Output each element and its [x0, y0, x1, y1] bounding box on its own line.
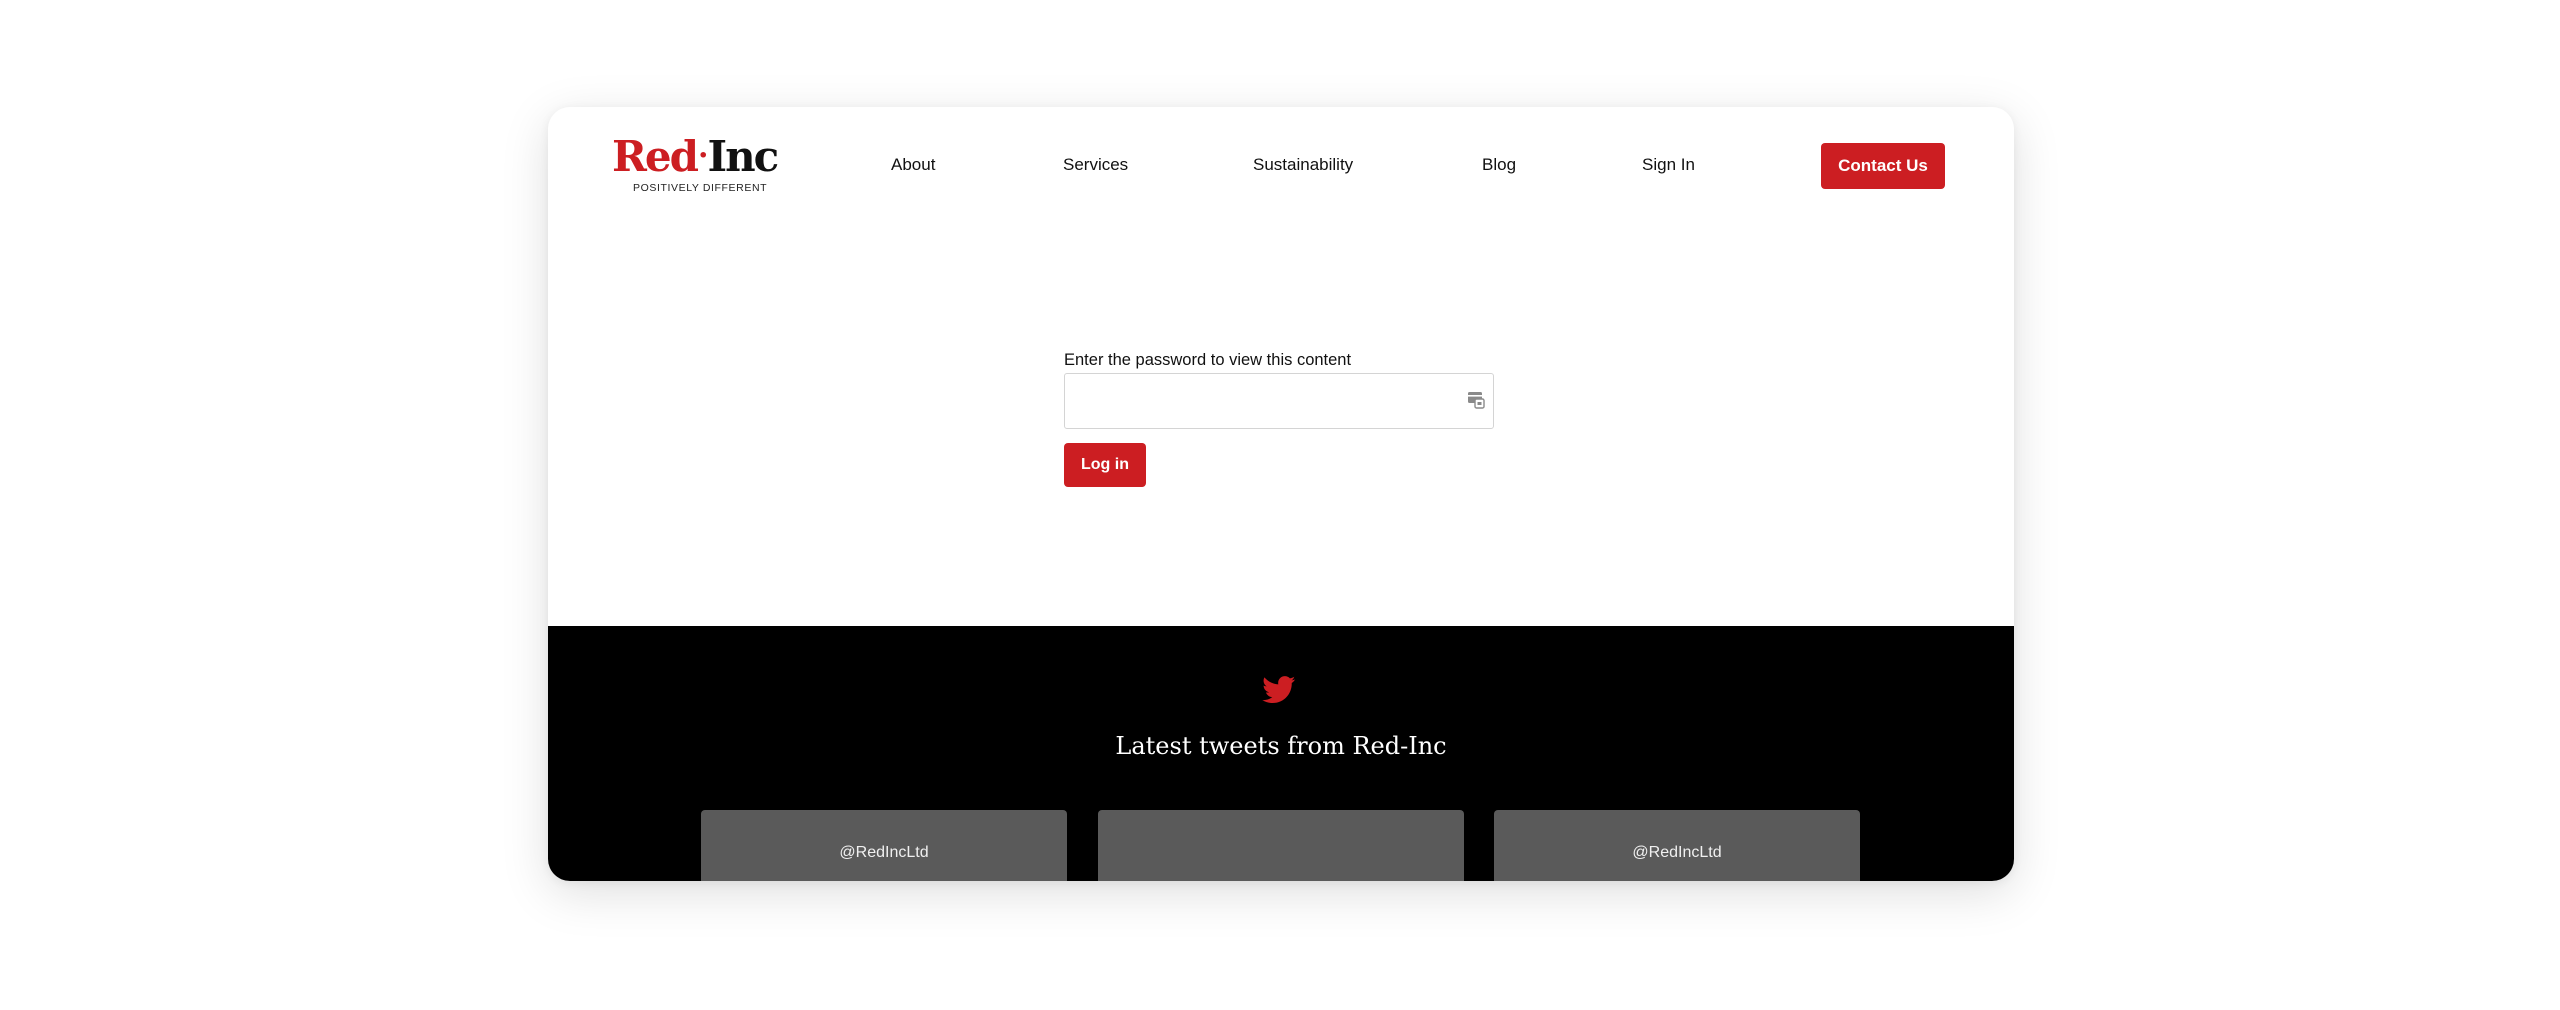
password-input[interactable]: [1064, 373, 1494, 429]
browser-page: Red·Inc POSITIVELY DIFFERENT About Servi…: [548, 107, 2014, 881]
password-manager-icon[interactable]: [1467, 391, 1485, 409]
log-in-button[interactable]: Log in: [1064, 443, 1146, 487]
contact-us-button[interactable]: Contact Us: [1821, 143, 1945, 189]
tweet-card[interactable]: @RedIncLtd: [1494, 810, 1860, 881]
logo-word-inc: Inc: [707, 132, 779, 181]
logo-tagline: POSITIVELY DIFFERENT: [633, 182, 768, 194]
logo-dot: ·: [698, 138, 709, 173]
nav-sustainability[interactable]: Sustainability: [1253, 153, 1353, 177]
tweet-handle[interactable]: @RedIncLtd: [1494, 844, 1860, 862]
nav-services[interactable]: Services: [1063, 153, 1128, 177]
logo-word-red: Red: [612, 132, 699, 181]
tweet-card[interactable]: [1098, 810, 1464, 881]
nav-blog[interactable]: Blog: [1482, 153, 1516, 177]
tweet-handle[interactable]: @RedIncLtd: [701, 844, 1067, 862]
tweets-footer: Latest tweets from Red-Inc @RedIncLtd @R…: [548, 626, 2014, 881]
tweet-card[interactable]: @RedIncLtd: [701, 810, 1067, 881]
password-label: Enter the password to view this content: [1064, 351, 1352, 369]
logo-wordmark: Red·Inc: [612, 132, 779, 181]
twitter-icon[interactable]: [1262, 676, 1296, 704]
latest-tweets-heading: Latest tweets from Red-Inc: [1115, 732, 1447, 760]
nav-sign-in[interactable]: Sign In: [1642, 153, 1695, 177]
nav-about[interactable]: About: [891, 153, 935, 177]
brand-logo[interactable]: Red·Inc POSITIVELY DIFFERENT: [612, 133, 788, 197]
